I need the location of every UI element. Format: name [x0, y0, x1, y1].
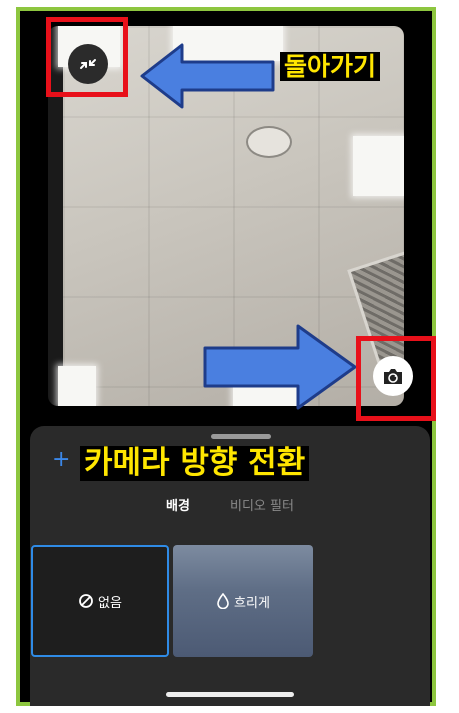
home-indicator: [166, 692, 294, 697]
tab-background[interactable]: 배경: [166, 495, 190, 514]
ceiling-light: [246, 126, 292, 158]
sheet-drag-handle[interactable]: [211, 434, 271, 439]
highlight-box: [46, 17, 128, 97]
ceiling-light-panel: [353, 136, 404, 196]
highlight-box: [356, 336, 436, 421]
ceiling-light-panel: [58, 366, 96, 406]
tab-video-filter[interactable]: 비디오 필터: [230, 495, 294, 514]
add-button[interactable]: +: [52, 447, 70, 472]
switch-camera-annotation-label: 카메라 방향 전환: [80, 446, 310, 481]
back-annotation-label: 돌아가기: [280, 52, 381, 81]
background-option-none[interactable]: 없음: [31, 545, 169, 657]
background-option-label: 흐리게: [234, 595, 270, 611]
left-arrow-annotation: [140, 43, 275, 109]
blur-drop-icon: [217, 593, 229, 609]
right-arrow-annotation: [203, 324, 357, 410]
background-option-label: 없음: [98, 595, 122, 611]
none-icon: [79, 594, 93, 608]
background-option-blur[interactable]: 흐리게: [173, 545, 313, 657]
